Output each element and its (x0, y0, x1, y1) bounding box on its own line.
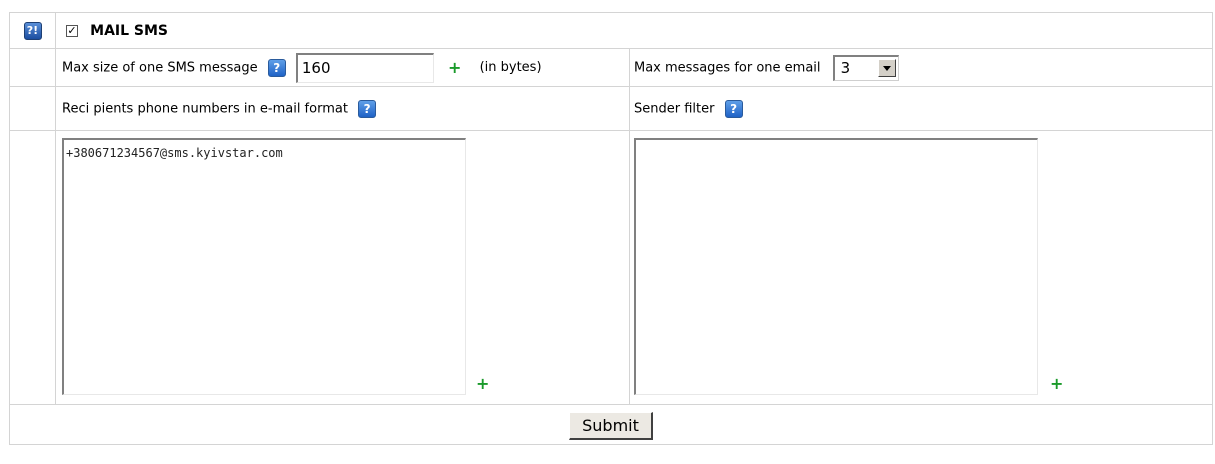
section-help-icon[interactable]: ?! (23, 21, 42, 40)
section-header-row: ?! ✓ MAIL SMS (9, 12, 1214, 49)
recipients-plus-icon[interactable]: + (476, 374, 489, 393)
max-size-help-icon[interactable]: ? (267, 58, 286, 77)
max-messages-label: Max messages for one email (634, 60, 821, 75)
list-labels-row: Reci pients phone numbers in e-mail form… (9, 86, 1214, 131)
section-title: MAIL SMS (90, 22, 169, 39)
max-messages-value: 3 (840, 58, 851, 77)
submit-button[interactable]: Submit (569, 412, 653, 440)
sender-filter-textarea[interactable] (634, 138, 1038, 395)
mail-sms-settings-panel: ?! ✓ MAIL SMS Max size of one SMS messag… (0, 0, 1215, 464)
recipients-help-icon[interactable]: ? (358, 99, 377, 118)
list-inputs-row: +380671234567@sms.kyivstar.com + + (9, 130, 1214, 405)
submit-row: Submit (8, 404, 1214, 445)
recipients-textarea[interactable]: +380671234567@sms.kyivstar.com (62, 138, 466, 395)
max-size-unit: (in bytes) (479, 60, 542, 75)
max-size-label: Max size of one SMS message (62, 60, 258, 75)
recipients-label: Reci pients phone numbers in e-mail form… (62, 101, 348, 116)
max-size-input[interactable]: 160 (295, 52, 434, 83)
max-messages-select[interactable]: 3 (832, 54, 899, 81)
mail-sms-checkbox[interactable]: ✓ (66, 24, 78, 37)
settings-table: ?! ✓ MAIL SMS Max size of one SMS messag… (8, 12, 1214, 445)
max-size-plus-icon[interactable]: + (448, 58, 461, 77)
sender-filter-label: Sender filter (634, 101, 715, 116)
sender-filter-plus-icon[interactable]: + (1050, 374, 1063, 393)
max-size-row: Max size of one SMS message ? 160 + (in … (9, 48, 1214, 87)
chevron-down-icon[interactable] (877, 58, 896, 77)
sender-filter-help-icon[interactable]: ? (724, 99, 743, 118)
